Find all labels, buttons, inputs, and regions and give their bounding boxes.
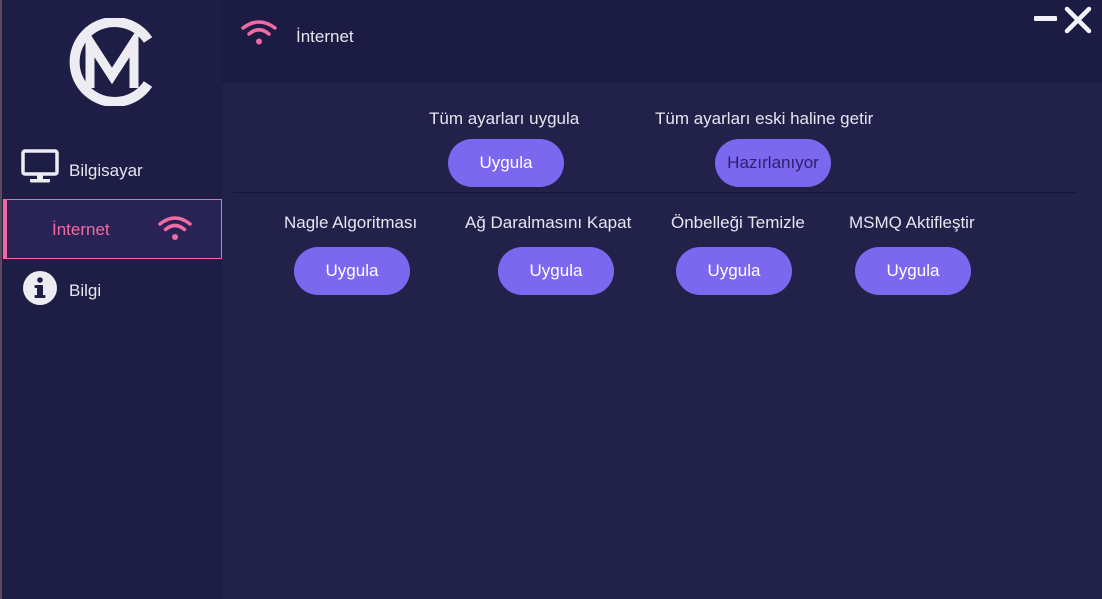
info-icon [23,271,57,305]
nagle-caption: Nagle Algoritması [284,213,418,232]
apply-all-button[interactable]: Uygula [448,139,564,187]
section-divider [233,192,1076,193]
msmq-apply-button[interactable]: Uygula [855,247,971,295]
nagle-apply-button[interactable]: Uygula [294,247,410,295]
wifi-icon [158,216,192,240]
minimize-button[interactable] [1034,13,1058,25]
sidebar: Bilgisayar İnternet Bilgi [2,0,222,599]
sidebar-item-label: Bilgisayar [69,161,143,180]
sidebar-item-info[interactable]: Bilgi [2,260,222,320]
main-panel: Tüm ayarları uygula Uygula Tüm ayarları … [222,83,1102,599]
page-title: İnternet [296,27,354,46]
app-logo [69,18,153,106]
close-icon [1064,6,1092,34]
sidebar-item-computer[interactable]: Bilgisayar [2,140,222,200]
cache-apply-button[interactable]: Uygula [676,247,792,295]
congestion-apply-button[interactable]: Uygula [498,247,614,295]
sidebar-item-internet[interactable]: İnternet [3,199,222,259]
close-button[interactable] [1064,6,1092,34]
restore-all-caption: Tüm ayarları eski haline getir [655,109,874,128]
apply-all-caption: Tüm ayarları uygula [429,109,580,128]
msmq-caption: MSMQ Aktifleştir [849,213,975,232]
monitor-icon [21,149,59,183]
wifi-icon [241,20,277,45]
sidebar-item-label: Bilgi [69,281,102,300]
cache-caption: Önbelleği Temizle [671,213,805,232]
sidebar-item-label: İnternet [52,220,110,239]
header-bar: İnternet [222,0,1102,83]
restore-all-button[interactable]: Hazırlanıyor [715,139,831,187]
congestion-caption: Ağ Daralmasını Kapat [465,213,632,232]
